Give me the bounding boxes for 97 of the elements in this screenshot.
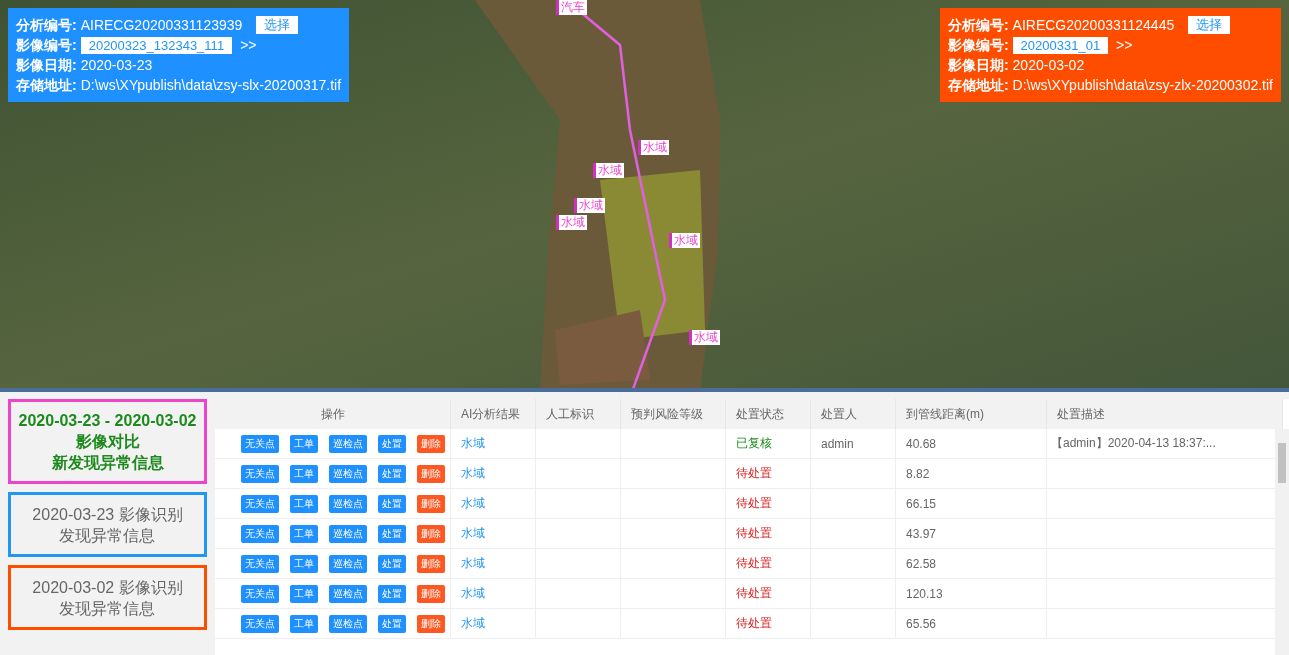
action-button[interactable]: 工单 bbox=[290, 524, 318, 543]
status-text: 待处置 bbox=[736, 526, 772, 540]
field-label: 分析编号: bbox=[16, 16, 77, 35]
column-header: AI分析结果 bbox=[450, 399, 536, 429]
column-header: 处置状态 bbox=[725, 399, 811, 429]
action-button[interactable]: 处置 bbox=[378, 614, 406, 633]
action-button[interactable]: 删除 bbox=[417, 554, 445, 573]
table-cell-text: 43.97 bbox=[906, 526, 937, 541]
action-button[interactable]: 处置 bbox=[378, 464, 406, 483]
field-label: 影像编号: bbox=[947, 36, 1009, 55]
analysis-id: AIRECG20200331123939 bbox=[80, 16, 243, 35]
action-button[interactable]: 巡检点 bbox=[329, 494, 367, 513]
comparison-card[interactable]: 2020-03-02 影像识别 发现异常信息 bbox=[8, 565, 207, 630]
image-date: 2020-03-02 bbox=[1012, 56, 1085, 75]
action-button[interactable]: 删除 bbox=[417, 584, 445, 603]
field-label: 影像日期: bbox=[947, 56, 1009, 75]
action-button[interactable]: 巡检点 bbox=[329, 434, 367, 453]
action-button[interactable]: 巡检点 bbox=[329, 464, 367, 483]
status-text: 待处置 bbox=[736, 556, 772, 570]
map-marker-label[interactable]: 水域 bbox=[638, 140, 669, 155]
map-marker-label[interactable]: 水域 bbox=[593, 163, 624, 178]
column-header: 处置人 bbox=[810, 399, 896, 429]
analysis-id: AIRECG20200331124445 bbox=[1012, 16, 1175, 35]
action-button[interactable]: 工单 bbox=[290, 584, 318, 603]
table-cell-text: 40.68 bbox=[906, 436, 937, 451]
map-marker-label[interactable]: 水域 bbox=[669, 233, 700, 248]
field-label: 分析编号: bbox=[947, 16, 1009, 35]
result-link[interactable]: 水域 bbox=[461, 526, 485, 540]
action-button[interactable]: 工单 bbox=[290, 494, 318, 513]
table-cell-text: 120.13 bbox=[906, 586, 943, 601]
action-button[interactable]: 删除 bbox=[417, 434, 445, 453]
image-id-field[interactable]: 20200323_132343_111 bbox=[80, 36, 233, 54]
storage-path: D:\ws\XYpublish\data\zsy-zlx-20200302.tif bbox=[1012, 76, 1273, 95]
table-cell-text: admin bbox=[821, 436, 854, 451]
table-cell-text: 66.15 bbox=[906, 496, 937, 511]
result-link[interactable]: 水域 bbox=[461, 466, 485, 480]
action-button[interactable]: 巡检点 bbox=[329, 524, 367, 543]
action-button[interactable]: 处置 bbox=[378, 584, 406, 603]
next-link[interactable]: >> bbox=[1116, 35, 1133, 55]
select-button[interactable]: 选择 bbox=[1188, 16, 1231, 34]
action-button[interactable]: 巡检点 bbox=[329, 614, 367, 633]
action-button[interactable]: 无关点 bbox=[241, 554, 279, 573]
field-label: 存储地址: bbox=[16, 76, 77, 95]
status-text: 待处置 bbox=[736, 586, 772, 600]
storage-path: D:\ws\XYpublish\data\zsy-slx-20200317.tif bbox=[80, 76, 342, 95]
field-label: 影像编号: bbox=[16, 36, 77, 55]
result-link[interactable]: 水域 bbox=[461, 436, 485, 450]
column-header: 预判风险等级 bbox=[620, 399, 726, 429]
result-link[interactable]: 水域 bbox=[461, 556, 485, 570]
action-button[interactable]: 工单 bbox=[290, 434, 318, 453]
action-button[interactable]: 处置 bbox=[378, 524, 406, 543]
image-id-field[interactable]: 20200331_01 bbox=[1012, 36, 1109, 54]
table-cell-text: 8.82 bbox=[906, 466, 930, 481]
map-marker-label[interactable]: 水域 bbox=[556, 215, 587, 230]
action-button[interactable]: 删除 bbox=[417, 494, 445, 513]
action-button[interactable]: 处置 bbox=[378, 434, 406, 453]
status-text: 待处置 bbox=[736, 496, 772, 510]
action-button[interactable]: 巡检点 bbox=[329, 584, 367, 603]
action-button[interactable]: 无关点 bbox=[241, 524, 279, 543]
result-link[interactable]: 水域 bbox=[461, 496, 485, 510]
table-cell-text: 65.56 bbox=[906, 616, 937, 631]
column-header: 到管线距离(m) bbox=[895, 399, 1047, 429]
map-marker-label[interactable]: 水域 bbox=[689, 330, 720, 345]
result-link[interactable]: 水域 bbox=[461, 586, 485, 600]
action-button[interactable]: 工单 bbox=[290, 554, 318, 573]
scrollbar[interactable] bbox=[1275, 429, 1289, 655]
map-marker-label[interactable]: 水域 bbox=[574, 198, 605, 213]
action-button[interactable]: 删除 bbox=[417, 524, 445, 543]
status-text: 已复核 bbox=[736, 436, 772, 450]
column-header: 人工标识 bbox=[535, 399, 621, 429]
action-button[interactable]: 工单 bbox=[290, 464, 318, 483]
action-button[interactable]: 处置 bbox=[378, 554, 406, 573]
comparison-card[interactable]: 2020-03-23 - 2020-03-02 影像对比 新发现异常信息 bbox=[8, 399, 207, 484]
field-label: 存储地址: bbox=[947, 76, 1009, 95]
column-header: 处置描述 bbox=[1046, 399, 1283, 429]
action-button[interactable]: 无关点 bbox=[241, 434, 279, 453]
table-cell-text: 62.58 bbox=[906, 556, 937, 571]
image-date: 2020-03-23 bbox=[80, 56, 153, 75]
status-text: 待处置 bbox=[736, 466, 772, 480]
action-button[interactable]: 处置 bbox=[378, 494, 406, 513]
table-cell-text: 【admin】2020-04-13 18:37:... bbox=[1051, 436, 1216, 450]
action-button[interactable]: 工单 bbox=[290, 614, 318, 633]
action-button[interactable]: 删除 bbox=[417, 464, 445, 483]
map-marker-label[interactable]: 汽车 bbox=[556, 0, 587, 15]
action-button[interactable]: 无关点 bbox=[241, 464, 279, 483]
next-link[interactable]: >> bbox=[240, 35, 257, 55]
select-button[interactable]: 选择 bbox=[256, 16, 299, 34]
result-link[interactable]: 水域 bbox=[461, 616, 485, 630]
action-button[interactable]: 无关点 bbox=[241, 494, 279, 513]
status-text: 待处置 bbox=[736, 616, 772, 630]
field-label: 影像日期: bbox=[16, 56, 77, 75]
action-button[interactable]: 巡检点 bbox=[329, 554, 367, 573]
action-button[interactable]: 无关点 bbox=[241, 614, 279, 633]
action-button[interactable]: 无关点 bbox=[241, 584, 279, 603]
comparison-card[interactable]: 2020-03-23 影像识别 发现异常信息 bbox=[8, 492, 207, 557]
column-header: 操作 bbox=[215, 399, 451, 429]
action-button[interactable]: 删除 bbox=[417, 614, 445, 633]
